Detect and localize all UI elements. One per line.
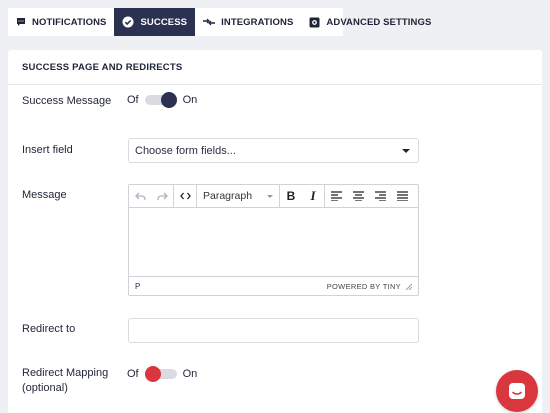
redo-icon: [156, 192, 168, 200]
align-justify-button[interactable]: [391, 185, 413, 207]
resize-handle-icon[interactable]: [405, 283, 412, 290]
tab-success-label: SUCCESS: [140, 16, 188, 28]
bold-button[interactable]: B: [280, 185, 302, 207]
align-right-icon: [374, 191, 386, 201]
settings-icon: [309, 17, 320, 28]
chat-icon: [509, 383, 525, 399]
section-divider: [8, 84, 542, 85]
align-center-button[interactable]: [347, 185, 369, 207]
insert-field-label: Insert field: [22, 144, 73, 156]
message-edit-area[interactable]: [129, 209, 418, 277]
redirect-to-input[interactable]: [128, 318, 419, 343]
tab-success[interactable]: SUCCESS: [114, 8, 196, 36]
align-right-button[interactable]: [369, 185, 391, 207]
tab-integrations-label: INTEGRATIONS: [221, 16, 294, 28]
success-settings-panel: SUCCESS PAGE AND REDIRECTS Success Messa…: [8, 50, 542, 413]
success-message-toggle[interactable]: [144, 92, 177, 108]
check-circle-icon: [122, 16, 134, 28]
align-justify-icon: [396, 191, 408, 201]
editor-toolbar: Paragraph B I: [129, 184, 418, 208]
redirect-mapping-toggle[interactable]: [144, 366, 177, 382]
tab-notifications-label: NOTIFICATIONS: [32, 16, 107, 28]
align-left-button[interactable]: [325, 185, 347, 207]
align-left-icon: [330, 191, 342, 201]
chevron-down-icon: [402, 149, 410, 153]
chat-launcher-button[interactable]: [496, 370, 538, 412]
editor-statusbar: P POWERED BY TINY: [129, 276, 418, 295]
success-message-off-label: Of: [127, 94, 139, 106]
tab-integrations[interactable]: INTEGRATIONS: [195, 8, 301, 36]
code-icon: [179, 192, 191, 200]
italic-icon: I: [310, 188, 316, 203]
success-message-on-label: On: [182, 94, 198, 106]
redirect-mapping-off-label: Of: [127, 368, 139, 380]
toggle-knob: [160, 92, 177, 108]
redirect-mapping-toggle-group: Of On: [127, 366, 198, 382]
redirect-mapping-label-line1: Redirect Mapping: [22, 367, 109, 379]
toggle-knob: [144, 366, 161, 382]
success-message-label: Success Message: [22, 95, 112, 107]
block-format-select[interactable]: Paragraph: [197, 185, 279, 207]
tab-advanced-settings[interactable]: ADVANCED SETTINGS: [301, 8, 439, 36]
redirect-mapping-label: Redirect Mapping (optional): [22, 366, 108, 396]
section-title: SUCCESS PAGE AND REDIRECTS: [22, 62, 183, 73]
chevron-down-icon: [267, 194, 273, 198]
undo-button[interactable]: [129, 185, 151, 207]
italic-button[interactable]: I: [302, 185, 324, 207]
powered-by-group: POWERED BY TINY: [327, 282, 412, 291]
block-format-value: Paragraph: [203, 190, 253, 202]
redirect-mapping-label-line2: (optional): [22, 382, 68, 394]
message-label: Message: [22, 189, 67, 201]
bold-icon: B: [286, 189, 296, 203]
insert-field-value: Choose form fields...: [135, 144, 236, 157]
success-message-toggle-group: Of On: [127, 92, 198, 108]
message-editor: Paragraph B I P POWERED BY TINY: [128, 184, 419, 296]
powered-by-label[interactable]: POWERED BY TINY: [327, 282, 401, 291]
tab-notifications[interactable]: NOTIFICATIONS: [8, 8, 114, 36]
source-code-button[interactable]: [174, 185, 196, 207]
message-icon: [16, 17, 26, 27]
element-path[interactable]: P: [135, 282, 140, 291]
redirect-to-label: Redirect to: [22, 323, 76, 335]
insert-field-select[interactable]: Choose form fields...: [128, 138, 419, 163]
redirect-mapping-on-label: On: [182, 368, 198, 380]
tab-advanced-settings-label: ADVANCED SETTINGS: [326, 16, 432, 28]
redo-button[interactable]: [151, 185, 173, 207]
settings-tab-bar: NOTIFICATIONS SUCCESS INTEGRATIONS ADVAN…: [8, 8, 431, 36]
integrations-icon: [203, 17, 216, 27]
align-center-icon: [352, 191, 364, 201]
undo-icon: [134, 192, 146, 200]
